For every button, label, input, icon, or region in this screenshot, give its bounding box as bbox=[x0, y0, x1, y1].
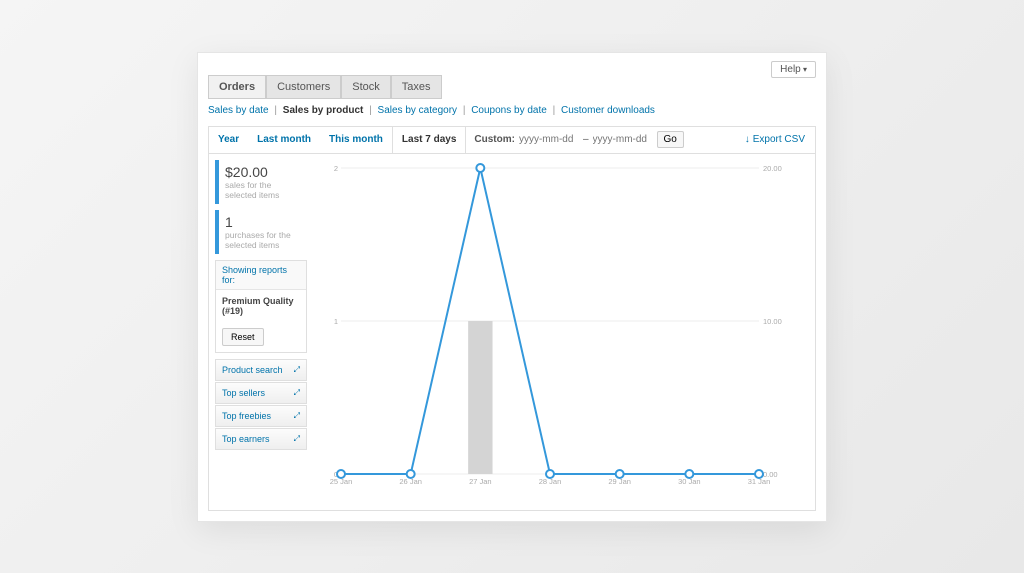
expand-icon: ⤢ bbox=[294, 411, 300, 421]
stat-sales-label: sales for the selected items bbox=[225, 180, 301, 200]
svg-text:31 Jan: 31 Jan bbox=[748, 477, 771, 486]
svg-text:10.00: 10.00 bbox=[763, 317, 782, 326]
tab-stock[interactable]: Stock bbox=[341, 75, 391, 99]
svg-text:29 Jan: 29 Jan bbox=[608, 477, 631, 486]
svg-text:26 Jan: 26 Jan bbox=[399, 477, 422, 486]
stat-sales-value: $20.00 bbox=[225, 164, 301, 180]
svg-text:27 Jan: 27 Jan bbox=[469, 477, 492, 486]
expand-icon: ⤢ bbox=[294, 434, 300, 444]
expand-icon: ⤢ bbox=[294, 388, 300, 398]
go-button[interactable]: Go bbox=[657, 131, 684, 148]
tab-customers[interactable]: Customers bbox=[266, 75, 341, 99]
date-to-input[interactable] bbox=[593, 134, 653, 145]
stat-sales-amount[interactable]: $20.00 sales for the selected items bbox=[215, 160, 307, 204]
acc-top-freebies[interactable]: Top freebies ⤢ bbox=[215, 405, 307, 427]
svg-text:20.00: 20.00 bbox=[763, 164, 782, 173]
date-range-bar: Year Last month This month Last 7 days C… bbox=[208, 126, 816, 154]
range-custom: Custom: – Go bbox=[466, 131, 691, 148]
custom-label: Custom: bbox=[474, 134, 515, 145]
subnav-sales-by-date[interactable]: Sales by date bbox=[208, 105, 269, 116]
stat-purchases-label: purchases for the selected items bbox=[225, 230, 301, 250]
acc-top-earners[interactable]: Top earners ⤢ bbox=[215, 428, 307, 450]
tab-taxes[interactable]: Taxes bbox=[391, 75, 442, 99]
range-year[interactable]: Year bbox=[209, 127, 248, 153]
range-last-month[interactable]: Last month bbox=[248, 127, 320, 153]
expand-icon: ⤢ bbox=[294, 365, 300, 375]
svg-text:1: 1 bbox=[334, 317, 338, 326]
stat-purchases-count[interactable]: 1 purchases for the selected items bbox=[215, 210, 307, 254]
subnav-coupons-by-date[interactable]: Coupons by date bbox=[471, 105, 547, 116]
svg-text:2: 2 bbox=[334, 164, 338, 173]
acc-top-sellers[interactable]: Top sellers ⤢ bbox=[215, 382, 307, 404]
date-from-input[interactable] bbox=[519, 134, 579, 145]
sidebar-accordion: Product search ⤢ Top sellers ⤢ Top freeb… bbox=[215, 359, 307, 450]
svg-text:25 Jan: 25 Jan bbox=[330, 477, 353, 486]
export-label: Export CSV bbox=[753, 134, 805, 145]
report-subnav: Sales by date | Sales by product | Sales… bbox=[198, 99, 826, 122]
acc-product-search-label: Product search bbox=[222, 365, 283, 375]
report-sidebar: $20.00 sales for the selected items 1 pu… bbox=[209, 154, 313, 510]
export-csv-link[interactable]: ↓ Export CSV bbox=[735, 134, 815, 145]
showing-reports-box: Showing reports for: Premium Quality (#1… bbox=[215, 260, 307, 353]
acc-top-sellers-label: Top sellers bbox=[222, 388, 265, 398]
report-type-tabs: Orders Customers Stock Taxes bbox=[198, 53, 826, 99]
svg-text:30 Jan: 30 Jan bbox=[678, 477, 701, 486]
svg-text:28 Jan: 28 Jan bbox=[539, 477, 562, 486]
acc-top-freebies-label: Top freebies bbox=[222, 411, 271, 421]
stat-purchases-value: 1 bbox=[225, 214, 301, 230]
help-button[interactable]: Help bbox=[771, 61, 816, 78]
tab-orders[interactable]: Orders bbox=[208, 75, 266, 99]
showing-header: Showing reports for: bbox=[216, 261, 306, 290]
download-icon: ↓ bbox=[745, 134, 750, 145]
date-dash: – bbox=[583, 134, 589, 145]
acc-product-search[interactable]: Product search ⤢ bbox=[215, 359, 307, 381]
subnav-sales-by-product[interactable]: Sales by product bbox=[283, 105, 364, 116]
sales-chart: 0120.0010.0020.0025 Jan26 Jan27 Jan28 Ja… bbox=[313, 154, 815, 510]
subnav-sales-by-category[interactable]: Sales by category bbox=[378, 105, 458, 116]
subnav-customer-downloads[interactable]: Customer downloads bbox=[561, 105, 655, 116]
range-last-7-days[interactable]: Last 7 days bbox=[392, 127, 466, 153]
showing-product: Premium Quality (#19) bbox=[216, 290, 306, 322]
range-this-month[interactable]: This month bbox=[320, 127, 392, 153]
acc-top-earners-label: Top earners bbox=[222, 434, 270, 444]
reset-button[interactable]: Reset bbox=[222, 328, 264, 346]
